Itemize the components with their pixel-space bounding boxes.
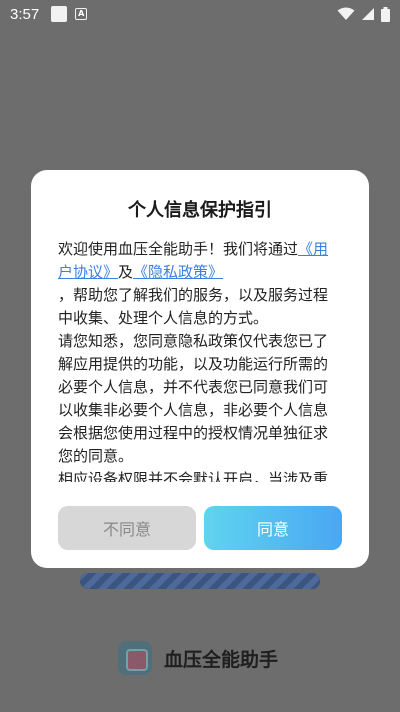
loading-progress-bar: [80, 573, 320, 589]
agree-button[interactable]: 同意: [204, 506, 342, 550]
paragraph-3: 相应设备权限并不会默认开启，当涉及重: [58, 470, 329, 482]
battery-icon: [381, 6, 390, 22]
status-time: 3:57: [10, 5, 40, 23]
and-text: 及: [118, 263, 134, 281]
app-logo-icon: [118, 641, 152, 675]
keyboard-a-icon: A: [75, 8, 88, 20]
dialog-body[interactable]: 欢迎使用血压全能助手！我们将通过《用户协议》及《隐私政策》 ，帮助您了解我们的服…: [58, 238, 342, 550]
wifi-icon: [337, 7, 355, 20]
paragraph-2: 请您知悉，您同意隐私政策仅代表您已了解应用提供的功能，以及功能运行所需的必要个人…: [58, 332, 329, 465]
status-bar: 3:57 A: [0, 0, 400, 28]
dialog-scroll-area[interactable]: 欢迎使用血压全能助手！我们将通过《用户协议》及《隐私政策》 ，帮助您了解我们的服…: [58, 238, 342, 482]
intro-prefix: 欢迎使用血压全能助手！我们将通过: [58, 240, 299, 258]
signal-icon: [362, 8, 374, 20]
dialog-title: 个人信息保护指引: [128, 200, 272, 221]
disagree-button[interactable]: 不同意: [58, 506, 196, 550]
privacy-policy-link[interactable]: 《隐私政策》: [133, 263, 223, 281]
loading-progress-fill: [80, 573, 320, 589]
app-name: 血压全能助手: [164, 648, 279, 671]
status-icons: [337, 6, 390, 22]
notification-square-icon: [51, 6, 68, 22]
intro-suffix: ，帮助您了解我们的服务，以及服务过程中收集、处理个人信息的方式。: [58, 286, 329, 327]
app-branding: 血压全能助手: [118, 640, 278, 676]
privacy-dialog: 个人信息保护指引 欢迎使用血压全能助手！我们将通过《用户协议》及《隐私政策》 ，…: [31, 170, 369, 568]
